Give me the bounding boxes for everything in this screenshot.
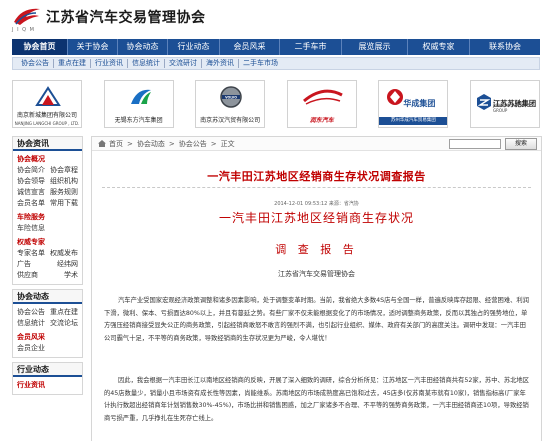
breadcrumb-assoc-news[interactable]: 协会动态 bbox=[137, 139, 165, 149]
nav-experts[interactable]: 权威专家 bbox=[408, 39, 470, 55]
sidebar-section-overview[interactable]: 协会概况 bbox=[17, 154, 78, 165]
association-logo-icon[interactable] bbox=[12, 5, 42, 27]
member-logo-name: 南京苏汉汽贸有限公司 bbox=[200, 117, 261, 124]
breadcrumb-separator: > bbox=[210, 139, 217, 148]
wuxi-dongfang-emblem-icon bbox=[130, 89, 151, 104]
member-logo-name: 无锡东方汽车集团 bbox=[114, 117, 163, 124]
nav-industry-news[interactable]: 行业动态 bbox=[168, 39, 220, 55]
sidebar-link-leaders[interactable]: 协会领导 bbox=[17, 176, 45, 187]
sidebar-link-statistics[interactable]: 信息统计 bbox=[17, 318, 45, 329]
sidebar-heading: 协会动态 bbox=[13, 290, 82, 304]
member-logo-strip: 南京新城集团有限公司 NANJING LANGCHI GROUP , LTD. … bbox=[12, 80, 540, 128]
sidebar-link-structure[interactable]: 组织机构 bbox=[50, 176, 78, 187]
search-input[interactable] bbox=[449, 139, 501, 149]
sub-nav: 协会公告 重点在建 行业资讯 信息统计 交流研讨 海外资讯 二手车市场 bbox=[12, 57, 540, 70]
sidebar-section-member-showcase[interactable]: 会员风采 bbox=[17, 332, 78, 343]
home-icon bbox=[98, 140, 106, 147]
sidebar-link-intro[interactable]: 协会简介 bbox=[17, 165, 45, 176]
member-logo-rundong[interactable]: 润东汽车 bbox=[286, 80, 357, 128]
article-organization: 江苏省汽车交易管理协会 bbox=[278, 270, 355, 278]
subnav-key-projects[interactable]: 重点在建 bbox=[54, 59, 91, 68]
subnav-discussion[interactable]: 交流研讨 bbox=[165, 59, 202, 68]
sidebar-link-service-rules[interactable]: 服务规则 bbox=[50, 187, 78, 198]
sidebar-link-member-companies[interactable]: 会员企业 bbox=[17, 343, 78, 354]
sidebar-link-releases[interactable]: 权威发布 bbox=[50, 248, 78, 259]
member-logo-sub: 苏州华成汽车贸易集团 bbox=[379, 117, 448, 125]
sidebar-section-insurance[interactable]: 车险服务 bbox=[17, 212, 78, 223]
article-paragraph: 因此，我会根据一汽丰田长江以南地区经销商的反映，开展了深入细致的调研，综合分析所… bbox=[104, 377, 530, 422]
sidebar-section-experts[interactable]: 权威专家 bbox=[17, 237, 78, 248]
main-nav: 协会首页 关于协会 协会动态 行业动态 会员风采 二手车市 展览展示 权威专家 … bbox=[12, 39, 540, 55]
subnav-industry-info[interactable]: 行业资讯 bbox=[91, 59, 128, 68]
member-logo-name: 华成集团 bbox=[403, 99, 436, 108]
sidebar-section-industry-info[interactable]: 行业资讯 bbox=[17, 380, 78, 391]
article-title: 一汽丰田江苏地区经销商生存状况调查报告 bbox=[207, 170, 426, 183]
member-logo-sub: NANJING LANGCHI GROUP , LTD. bbox=[14, 121, 80, 126]
sidebar-link-downloads[interactable]: 常用下载 bbox=[50, 198, 78, 209]
member-logo-nanjing-xincheng[interactable]: 南京新城集团有限公司 NANJING LANGCHI GROUP , LTD. bbox=[12, 80, 82, 128]
site-title[interactable]: 江苏省汽车交易管理协会 bbox=[46, 7, 206, 27]
breadcrumb-separator: > bbox=[168, 139, 175, 148]
sidebar: 协会资讯 协会概况 协会简介 协会章程 协会领导 组织机构 诚信宣言 服务规则 会员名… bbox=[12, 136, 83, 399]
title-divider bbox=[102, 187, 531, 188]
breadcrumb-current: 正文 bbox=[220, 139, 235, 148]
logo-subtext: J I Q M bbox=[12, 27, 35, 33]
sidebar-link-jingwei[interactable]: 经纬网 bbox=[57, 259, 78, 270]
rundong-emblem-icon bbox=[302, 89, 343, 105]
sidebar-heading: 行业动态 bbox=[13, 363, 82, 377]
article-meta: 2014-12-01 09:53:12 来源：省汽协 bbox=[274, 201, 359, 207]
sidebar-link-forum[interactable]: 交流论坛 bbox=[50, 318, 78, 329]
search-button[interactable]: 搜索 bbox=[505, 138, 537, 150]
member-logo-sub: JIANGSU SU CHI GROUP bbox=[492, 103, 525, 113]
sidebar-industry-news: 行业动态 行业资讯 bbox=[12, 362, 83, 395]
breadcrumb-home[interactable]: 首页 bbox=[109, 139, 123, 149]
article-panel: 首页 > 协会动态 > 协会公告 > 正文 搜索 一汽丰田江苏地区经销商生存状况… bbox=[91, 136, 542, 441]
member-logo-nanjing-suhan[interactable]: VOLVO 南京苏汉汽贸有限公司 bbox=[195, 80, 266, 128]
breadcrumb-separator: > bbox=[127, 139, 133, 148]
suchi-emblem-icon bbox=[476, 94, 491, 110]
article-report-heading: 调 查 报 告 bbox=[275, 243, 358, 256]
nav-assoc-news[interactable]: 协会动态 bbox=[118, 39, 168, 55]
subnav-announcements[interactable]: 协会公告 bbox=[17, 59, 54, 68]
sidebar-link-charter[interactable]: 协会章程 bbox=[50, 165, 78, 176]
huacheng-emblem-icon bbox=[387, 89, 404, 105]
nav-exhibition[interactable]: 展览展示 bbox=[342, 39, 408, 55]
nav-used-car-market[interactable]: 二手车市 bbox=[280, 39, 342, 55]
nanjing-xincheng-emblem-icon bbox=[35, 86, 61, 106]
article-subtitle: 一汽丰田江苏地区经销商生存状况 bbox=[218, 211, 414, 225]
article-paragraph: 汽车产业受国家宏观经济政策调整和诸多因素影响，处于调整变革时期。当前，我省绝大多… bbox=[104, 297, 530, 342]
member-logo-jiangsu-suchi[interactable]: 江苏苏驰集团 JIANGSU SU CHI GROUP bbox=[469, 80, 540, 128]
member-logo-name: 南京新城集团有限公司 bbox=[16, 112, 77, 119]
subnav-used-car[interactable]: 二手车市场 bbox=[239, 59, 282, 68]
breadcrumb-announcements[interactable]: 协会公告 bbox=[179, 139, 207, 149]
sidebar-link-academic[interactable]: 学术 bbox=[64, 270, 78, 281]
nav-about[interactable]: 关于协会 bbox=[68, 39, 118, 55]
nav-home[interactable]: 协会首页 bbox=[12, 39, 68, 55]
sidebar-assoc-info: 协会资讯 协会概况 协会简介 协会章程 协会领导 组织机构 诚信宣言 服务规则 会员名… bbox=[12, 136, 83, 285]
sidebar-link-members[interactable]: 会员名单 bbox=[17, 198, 45, 209]
sidebar-link-expert-list[interactable]: 专家名单 bbox=[17, 248, 45, 259]
site-header: J I Q M 江苏省汽车交易管理协会 bbox=[0, 0, 550, 38]
breadcrumb: 首页 > 协会动态 > 协会公告 > 正文 搜索 bbox=[92, 137, 541, 151]
svg-text:VOLVO: VOLVO bbox=[225, 95, 237, 99]
volvo-emblem-icon: VOLVO bbox=[220, 86, 242, 108]
subnav-statistics[interactable]: 信息统计 bbox=[128, 59, 165, 68]
sidebar-heading: 协会资讯 bbox=[13, 137, 82, 151]
sidebar-assoc-news: 协会动态 协会公告 重点在建 信息统计 交流论坛 会员风采 会员企业 bbox=[12, 289, 83, 358]
subnav-overseas[interactable]: 海外资讯 bbox=[202, 59, 239, 68]
member-logo-wuxi-dongfang[interactable]: 无锡东方汽车集团 bbox=[103, 80, 174, 128]
sidebar-link-announcements[interactable]: 协会公告 bbox=[17, 307, 45, 318]
member-logo-huacheng[interactable]: 华成集团 苏州华成汽车贸易集团 bbox=[378, 80, 449, 128]
sidebar-link-key-projects[interactable]: 重点在建 bbox=[50, 307, 78, 318]
sidebar-link-suppliers[interactable]: 供应商 bbox=[17, 270, 38, 281]
member-logo-name: 润东汽车 bbox=[309, 117, 334, 124]
sidebar-link-integrity[interactable]: 诚信宣言 bbox=[17, 187, 45, 198]
nav-contact[interactable]: 联系协会 bbox=[470, 39, 540, 55]
sidebar-link-insurance-info[interactable]: 车险信息 bbox=[17, 223, 78, 234]
sidebar-link-ads[interactable]: 广告 bbox=[17, 259, 31, 270]
nav-member-showcase[interactable]: 会员风采 bbox=[220, 39, 280, 55]
